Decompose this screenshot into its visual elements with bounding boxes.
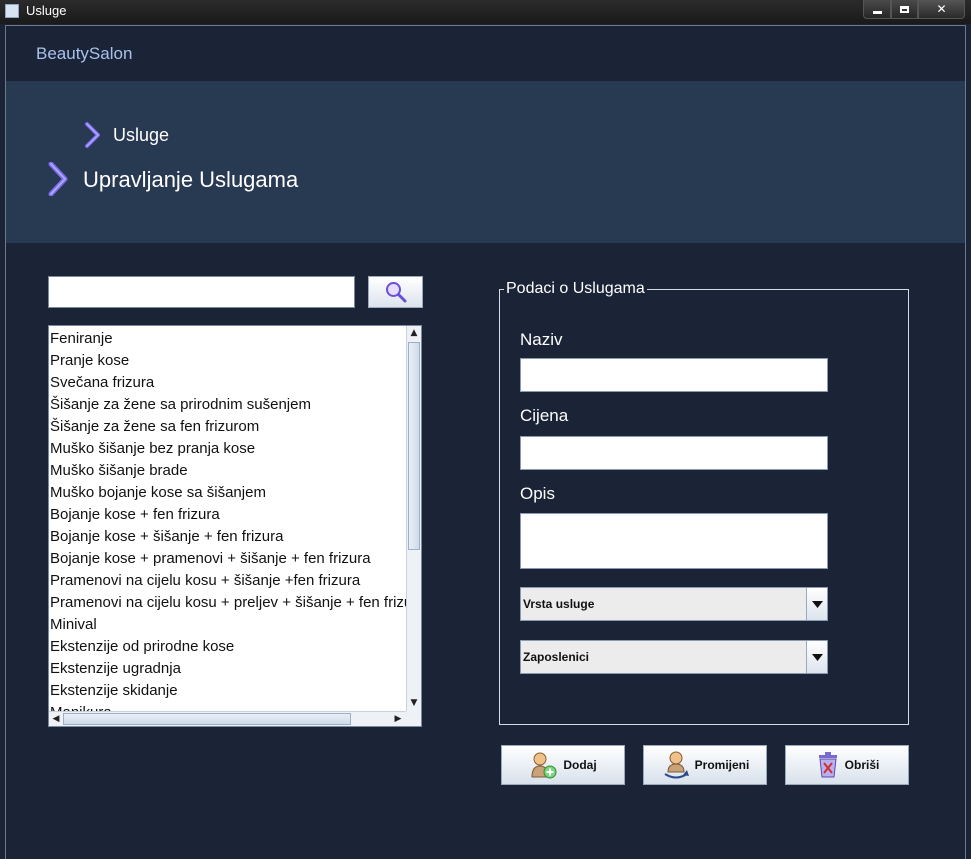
naziv-field[interactable]: [520, 358, 828, 392]
change-button[interactable]: Promijeni: [643, 745, 767, 785]
scroll-down-arrow[interactable]: ▼: [407, 696, 421, 710]
edit-user-icon: [664, 751, 689, 779]
list-item[interactable]: Bojanje kose + šišanje + fen frizura: [49, 526, 406, 548]
close-icon: ✕: [936, 2, 947, 16]
search-input[interactable]: [48, 276, 355, 308]
list-item[interactable]: Ekstenzije od prirodne kose: [49, 636, 406, 658]
list-item[interactable]: Šišanje za žene sa prirodnim sušenjem: [49, 394, 406, 416]
vrsta-usluge-select[interactable]: Vrsta usluge: [520, 587, 828, 621]
zaposlenici-value: Zaposlenici: [523, 650, 590, 664]
list-item[interactable]: Feniranje: [49, 328, 406, 350]
java-app-icon: [5, 4, 19, 18]
close-button[interactable]: ✕: [918, 0, 965, 19]
list-item[interactable]: Minival: [49, 614, 406, 636]
minimize-icon: [872, 10, 882, 14]
list-item[interactable]: Ekstenzije skidanje: [49, 680, 406, 702]
vrsta-usluge-value: Vrsta usluge: [523, 597, 595, 611]
window-titlebar: Usluge ✕: [0, 0, 971, 24]
scroll-corner: [406, 711, 421, 726]
list-item[interactable]: Pranje kose: [49, 350, 406, 372]
scroll-left-arrow[interactable]: ◀: [49, 712, 63, 726]
maximize-icon: [900, 5, 909, 13]
change-button-label: Promijeni: [694, 758, 750, 772]
chevron-right-icon: [85, 122, 100, 148]
maximize-button[interactable]: [891, 0, 918, 19]
cijena-field[interactable]: [520, 436, 828, 470]
opis-label: Opis: [520, 484, 555, 503]
services-list[interactable]: Feniranje Pranje kose Svečana frizura Šišan…: [48, 325, 422, 727]
delete-button[interactable]: Obriši: [785, 745, 909, 785]
list-item[interactable]: Manikura: [49, 702, 406, 711]
window-title: Usluge: [26, 3, 67, 18]
add-button[interactable]: Dodaj: [501, 745, 625, 785]
cijena-label: Cijena: [520, 406, 569, 425]
chevron-right-icon: [48, 162, 68, 196]
zaposlenici-select[interactable]: Zaposlenici: [520, 640, 828, 674]
panel-legend: Podaci o Uslugama: [504, 280, 647, 298]
list-item[interactable]: Šišanje za žene sa fen frizurom: [49, 416, 406, 438]
window-frame-top: [5, 25, 966, 26]
naziv-label: Naziv: [520, 330, 563, 349]
horizontal-scroll-thumb[interactable]: [63, 713, 351, 725]
dropdown-arrow[interactable]: [806, 588, 827, 620]
scroll-right-arrow[interactable]: ▶: [391, 712, 405, 726]
chevron-down-icon: [811, 600, 823, 608]
page-title: Upravljanje Uslugama: [83, 167, 299, 192]
page-header: [6, 81, 965, 243]
minimize-button[interactable]: [863, 0, 891, 19]
horizontal-scrollbar[interactable]: ◀ ▶: [49, 711, 406, 726]
vertical-scroll-thumb[interactable]: [408, 342, 420, 550]
list-item[interactable]: Muško šišanje brade: [49, 460, 406, 482]
add-button-label: Dodaj: [563, 758, 597, 772]
chevron-down-icon: [811, 653, 823, 661]
list-item[interactable]: Svečana frizura: [49, 372, 406, 394]
breadcrumb-parent: Usluge: [113, 125, 170, 145]
app-brand: BeautySalon: [36, 44, 133, 63]
window-frame-right: [965, 25, 966, 859]
add-user-icon: [531, 752, 557, 779]
opis-textarea[interactable]: [520, 513, 828, 569]
search-icon: [385, 282, 406, 303]
scroll-up-arrow[interactable]: ▲: [407, 326, 421, 340]
list-item[interactable]: Pramenovi na cijelu kosu + preljev + šiš…: [49, 592, 406, 614]
dropdown-arrow[interactable]: [806, 641, 827, 673]
list-item[interactable]: Muško šišanje bez pranja kose: [49, 438, 406, 460]
list-item[interactable]: Bojanje kose + fen frizura: [49, 504, 406, 526]
list-item[interactable]: Muško bojanje kose sa šišanjem: [49, 482, 406, 504]
vertical-scrollbar[interactable]: ▲ ▼: [406, 326, 421, 711]
services-list-items: Feniranje Pranje kose Svečana frizura Šišan…: [49, 328, 406, 711]
delete-button-label: Obriši: [844, 758, 880, 772]
search-button[interactable]: [368, 276, 423, 308]
trash-icon: [818, 752, 837, 778]
list-item[interactable]: Bojanje kose + pramenovi + šišanje + fen…: [49, 548, 406, 570]
list-item[interactable]: Ekstenzije ugradnja: [49, 658, 406, 680]
list-item[interactable]: Pramenovi na cijelu kosu + šišanje +fen …: [49, 570, 406, 592]
